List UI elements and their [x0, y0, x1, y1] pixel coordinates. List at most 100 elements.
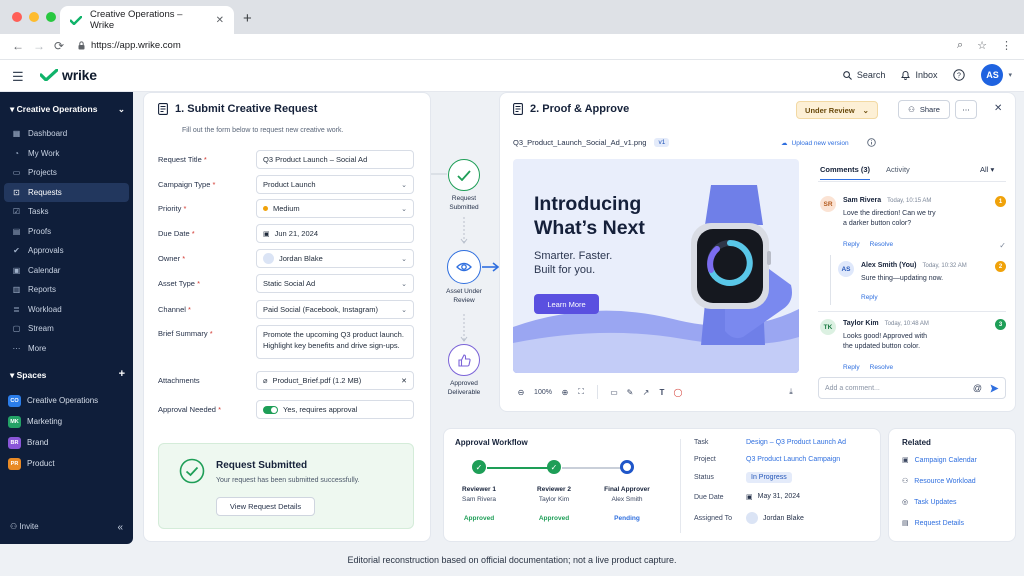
add-space-icon[interactable]: +: [119, 368, 125, 381]
project-link[interactable]: Q3 Product Launch Campaign: [746, 456, 840, 463]
zoom-search-icon[interactable]: ⌕: [957, 39, 963, 52]
priority-select[interactable]: Medium ⌄: [256, 199, 414, 218]
reply-link[interactable]: Reply: [861, 294, 878, 301]
resolve-link[interactable]: Resolve: [870, 364, 893, 371]
arrow-tool-icon[interactable]: ↗: [638, 388, 654, 397]
resolve-link[interactable]: Resolve: [870, 241, 893, 248]
invite-button[interactable]: ⚇ Invite: [10, 522, 39, 533]
assignee[interactable]: Jordan Blake: [746, 512, 804, 524]
sidebar-item-stream[interactable]: ▢ Stream: [4, 319, 129, 339]
tab-close-icon[interactable]: ✕: [216, 15, 224, 26]
sidebar-item-calendar[interactable]: ▣ Calendar: [4, 261, 129, 281]
browser-menu-icon[interactable]: ⋮: [1001, 39, 1012, 52]
mention-icon[interactable]: @: [973, 383, 982, 393]
search-button[interactable]: Search: [843, 70, 885, 80]
file-name: Q3_Product_Launch_Social_Ad_v1.png: [513, 138, 647, 147]
remove-attachment-icon[interactable]: ✕: [401, 377, 407, 385]
maximize-window-button[interactable]: [46, 12, 56, 22]
status-badge[interactable]: In Progress: [746, 472, 792, 483]
view-request-details-button[interactable]: View Request Details: [216, 497, 315, 516]
comment-filter[interactable]: All ▾: [980, 165, 994, 174]
owner-select[interactable]: Jordan Blake ⌄: [256, 249, 414, 268]
close-panel-icon[interactable]: ✕: [994, 103, 1002, 114]
upload-new-version-link[interactable]: ☁ Upload new version: [781, 139, 849, 148]
sidebar-item-projects[interactable]: ▭ Projects: [4, 163, 129, 183]
info-icon[interactable]: [867, 138, 876, 147]
zoom-in-icon[interactable]: ⊕: [557, 388, 573, 397]
creative-cta-button: Learn More: [534, 294, 599, 314]
inbox-button[interactable]: Inbox: [901, 70, 937, 80]
fit-screen-icon[interactable]: ⛶: [573, 387, 589, 397]
due-date-input[interactable]: ▣ Jun 21, 2024: [256, 224, 414, 243]
comment-input[interactable]: Add a comment... @: [818, 377, 1006, 399]
reload-icon[interactable]: ⟳: [54, 39, 64, 53]
sidebar-item-my-work[interactable]: ◔ My Work: [4, 144, 129, 164]
sidebar-item-more[interactable]: ⋯ More: [4, 339, 129, 359]
comment-marker-badge[interactable]: 3: [995, 319, 1006, 330]
bookmark-star-icon[interactable]: ☆: [977, 39, 987, 52]
comment-tool-icon[interactable]: ▭: [606, 388, 622, 397]
related-link[interactable]: ▣ Campaign Calendar: [902, 456, 977, 465]
text-tool-icon[interactable]: T: [654, 388, 670, 397]
document-icon: ▤: [902, 520, 909, 527]
comment-marker-badge[interactable]: 1: [995, 196, 1006, 207]
related-link[interactable]: ▤ Request Details: [902, 519, 964, 528]
tab-title: Creative Operations – Wrike: [90, 9, 183, 31]
user-menu[interactable]: AS ▾: [981, 64, 1012, 86]
back-arrow-icon[interactable]: ←: [12, 39, 24, 53]
tab-comments[interactable]: Comments (3): [820, 165, 871, 180]
comment-marker-badge[interactable]: 2: [995, 261, 1006, 272]
workspace-switcher[interactable]: ▾ Creative Operations ⌄: [10, 104, 125, 115]
space-item[interactable]: PR Product: [8, 453, 128, 474]
url-field[interactable]: https://app.wrike.com: [78, 40, 181, 51]
approval-toggle-field[interactable]: Yes, requires approval: [256, 400, 414, 419]
reply-link[interactable]: Reply: [843, 241, 860, 248]
request-title-input[interactable]: Q3 Product Launch – Social Ad: [256, 150, 414, 169]
resolved-check-icon[interactable]: ✓: [999, 241, 1006, 250]
share-button[interactable]: ⚇ Share: [898, 100, 950, 119]
sidebar-item-approvals[interactable]: ✔ Approvals: [4, 241, 129, 261]
brief-textarea[interactable]: Promote the upcoming Q3 product launch. H…: [256, 325, 414, 359]
browser-tab[interactable]: Creative Operations – Wrike ✕: [60, 6, 234, 34]
campaign-type-select[interactable]: Product Launch ⌄: [256, 175, 414, 194]
tab-activity[interactable]: Activity: [886, 165, 910, 180]
help-icon[interactable]: ?: [953, 69, 966, 81]
sidebar-item-proofs[interactable]: ▤ Proofs: [4, 222, 129, 242]
pen-tool-icon[interactable]: ✎: [622, 388, 638, 397]
close-window-button[interactable]: [12, 12, 22, 22]
hamburger-menu-icon[interactable]: ☰: [12, 69, 24, 85]
related-link[interactable]: ⚇ Resource Workload: [902, 477, 976, 486]
send-icon[interactable]: [990, 384, 999, 393]
attachment-file[interactable]: ⌀ Product_Brief.pdf (1.2 MB) ✕: [256, 371, 414, 390]
status-badge[interactable]: Under Review ⌄: [796, 101, 878, 119]
collapse-sidebar-icon[interactable]: «: [117, 522, 123, 533]
sidebar-item-requests[interactable]: ⊡ Requests: [4, 182, 129, 202]
space-item[interactable]: MK Marketing: [8, 411, 128, 432]
asset-type-select[interactable]: Static Social Ad ⌄: [256, 274, 414, 293]
new-tab-button[interactable]: +: [243, 10, 252, 27]
space-item[interactable]: BR Brand: [8, 432, 128, 453]
task-link[interactable]: Design – Q3 Product Launch Ad: [746, 439, 846, 446]
attachments-row: Attachments ⌀ Product_Brief.pdf (1.2 MB) ✕: [158, 371, 414, 390]
reply-link[interactable]: Reply: [843, 364, 860, 371]
sidebar-item-reports[interactable]: ▥ Reports: [4, 280, 129, 300]
workflow-title: Approval Workflow: [455, 438, 528, 447]
approval-toggle[interactable]: [263, 405, 278, 414]
sidebar-item-tasks[interactable]: ☑ Tasks: [4, 202, 129, 222]
color-tool-icon[interactable]: ◯: [670, 388, 686, 397]
sidebar-item-workload[interactable]: ≣ Workload: [4, 300, 129, 320]
minimize-window-button[interactable]: [29, 12, 39, 22]
space-item[interactable]: CO Creative Operations: [8, 390, 128, 411]
sidebar-item-dashboard[interactable]: ▦ Dashboard: [4, 124, 129, 144]
zoom-out-icon[interactable]: ⊖: [513, 388, 529, 397]
channel-select[interactable]: Paid Social (Facebook, Instagram) ⌄: [256, 300, 414, 319]
window-controls: [12, 12, 56, 22]
more-options-button[interactable]: ⋯: [955, 100, 977, 119]
related-link[interactable]: ◎ Task Updates: [902, 498, 957, 507]
field-label: Channel *: [158, 305, 256, 314]
wrike-logo[interactable]: wrike: [40, 67, 97, 83]
logo-text: wrike: [62, 67, 97, 83]
creative-preview[interactable]: Introducing What’s Next Smarter. Faster. B…: [513, 159, 799, 373]
download-icon[interactable]: ⤓: [783, 387, 799, 397]
forward-arrow-icon[interactable]: →: [33, 39, 45, 53]
